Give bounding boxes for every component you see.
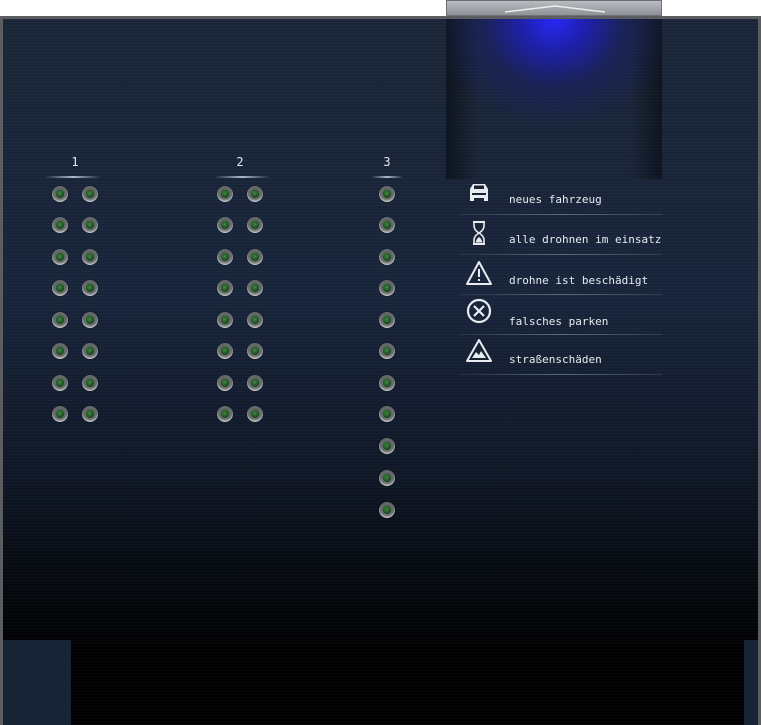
status-led [82,343,98,359]
group-label-2: 2 [236,155,244,169]
dashboard-frame: 1 2 3 neues fahrzeug alle drohnen im ein… [0,16,761,725]
chevron-up-icon [505,5,605,13]
status-led [82,186,98,202]
status-led [52,406,68,422]
legend-label: drohne ist beschädigt [509,274,649,287]
status-led [379,217,395,233]
status-led [247,280,263,296]
status-led [379,249,395,265]
status-led [379,280,395,296]
status-led [52,375,68,391]
group-label-1: 1 [71,155,79,169]
legend-label: falsches parken [509,315,609,328]
group-label-3: 3 [383,155,391,169]
status-led [82,406,98,422]
group-divider-3 [371,176,403,178]
status-led [247,217,263,233]
status-led [379,406,395,422]
no-entry-icon [466,298,492,324]
status-led [379,502,395,518]
legend-item-wrong-parking: falsches parken [459,295,662,335]
status-led [82,249,98,265]
status-led [379,343,395,359]
status-led [52,280,68,296]
legend-label: alle drohnen im einsatz [509,233,662,246]
status-led [82,280,98,296]
status-led [379,312,395,328]
top-drawer-tab[interactable] [446,0,662,16]
legend-separator [459,374,662,375]
status-led [217,406,233,422]
car-icon [470,184,488,201]
status-led [52,249,68,265]
status-led [379,438,395,454]
highlight-light [446,19,662,179]
status-led [217,375,233,391]
bottom-left-block [3,640,71,725]
status-led [217,343,233,359]
status-led [247,343,263,359]
status-led [379,375,395,391]
group-divider-2 [214,176,270,178]
dashboard-panel: 1 2 3 neues fahrzeug alle drohnen im ein… [3,19,758,725]
status-led [217,186,233,202]
legend-label: neues fahrzeug [509,193,602,206]
status-led [247,406,263,422]
status-led [217,217,233,233]
status-led [247,186,263,202]
road-damage-icon [466,339,492,362]
legend-item-all-drones-busy: alle drohnen im einsatz [459,215,662,255]
legend-item-new-vehicle: neues fahrzeug [459,175,662,215]
status-led [82,312,98,328]
status-led [52,312,68,328]
status-led [247,312,263,328]
status-led [217,249,233,265]
status-led [379,470,395,486]
status-led [217,312,233,328]
bottom-right-block [744,640,758,725]
status-led [52,217,68,233]
legend-label: straßenschäden [509,353,602,366]
legend-item-drone-damaged: drohne ist beschädigt [459,255,662,295]
status-led [217,280,233,296]
status-led [82,375,98,391]
warning-icon [466,261,492,285]
status-led [52,186,68,202]
status-led [82,217,98,233]
hourglass-icon [473,221,485,245]
group-divider-1 [45,176,101,178]
status-led [379,186,395,202]
status-led [247,249,263,265]
status-led [52,343,68,359]
legend-item-road-damage: straßenschäden [459,335,662,375]
status-led [247,375,263,391]
